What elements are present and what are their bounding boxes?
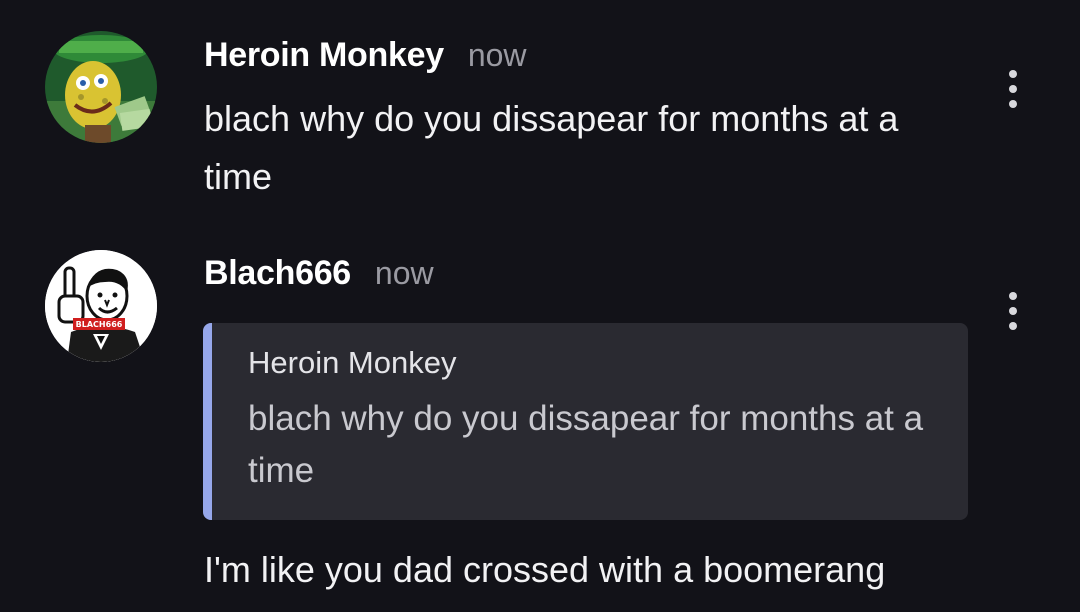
quoted-message-text: blach why do you dissapear for months at… bbox=[248, 399, 924, 490]
author-name[interactable]: Heroin Monkey bbox=[204, 36, 444, 75]
quote-accent-bar bbox=[203, 323, 212, 520]
quoted-author-name: Heroin Monkey bbox=[248, 345, 457, 380]
more-vertical-icon-dot bbox=[1009, 100, 1017, 108]
message-text: I'm like you dad crossed with a boomeran… bbox=[204, 549, 886, 590]
chat-message: BLACH666 Blach666 now Heroin Monkey blac… bbox=[0, 230, 1080, 612]
more-vertical-icon-dot bbox=[1009, 322, 1017, 330]
user-avatar[interactable]: BLACH666 bbox=[45, 250, 157, 362]
author-name[interactable]: Blach666 bbox=[204, 254, 351, 293]
avatar-caption: BLACH666 bbox=[76, 320, 123, 329]
reply-quote[interactable]: Heroin Monkey blach why do you dissapear… bbox=[203, 323, 968, 520]
message-header: Blach666 now bbox=[204, 254, 434, 293]
more-vertical-icon bbox=[1009, 292, 1017, 300]
more-vertical-icon-dot bbox=[1009, 85, 1017, 93]
user-avatar[interactable] bbox=[45, 31, 157, 143]
chat-message: Heroin Monkey now blach why do you dissa… bbox=[0, 0, 1080, 230]
spongebob-money-avatar-icon bbox=[45, 31, 157, 143]
message-text: blach why do you dissapear for months at… bbox=[204, 98, 899, 197]
message-timestamp: now bbox=[467, 37, 527, 73]
more-options-button[interactable] bbox=[996, 292, 1030, 330]
message-timestamp: now bbox=[374, 255, 434, 291]
message-header: Heroin Monkey now bbox=[204, 36, 527, 75]
middle-finger-man-avatar-icon: BLACH666 bbox=[45, 250, 157, 362]
more-vertical-icon-dot bbox=[1009, 307, 1017, 315]
more-options-button[interactable] bbox=[996, 70, 1030, 108]
more-vertical-icon bbox=[1009, 70, 1017, 78]
